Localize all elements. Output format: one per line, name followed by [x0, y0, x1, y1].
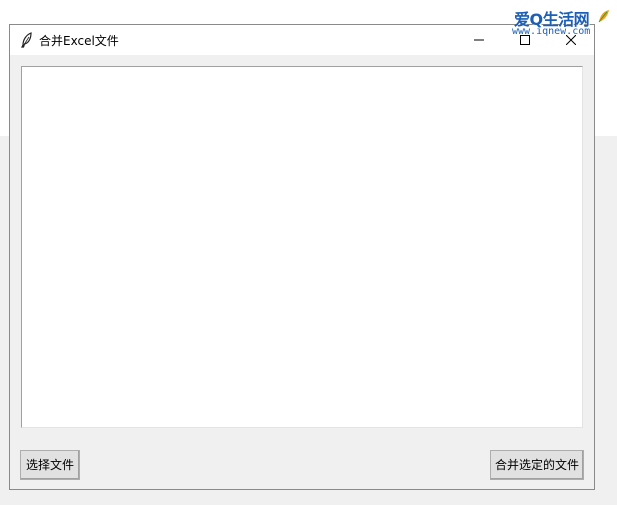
- app-window: 合并Excel文件 选择文件 合并选定的文件: [9, 24, 595, 490]
- merge-selected-button[interactable]: 合并选定的文件: [490, 450, 584, 480]
- window-title: 合并Excel文件: [39, 34, 119, 48]
- minimize-icon: [474, 39, 484, 41]
- feather-icon: [20, 32, 34, 48]
- select-files-button[interactable]: 选择文件: [20, 450, 80, 480]
- leaf-icon: [598, 8, 610, 23]
- minimize-button[interactable]: [456, 25, 502, 55]
- title-bar[interactable]: 合并Excel文件: [10, 25, 594, 55]
- site-watermark: 爱Q生活网 www.iqnew.com: [510, 6, 614, 42]
- watermark-url: www.iqnew.com: [512, 26, 591, 37]
- file-listbox[interactable]: [21, 66, 583, 428]
